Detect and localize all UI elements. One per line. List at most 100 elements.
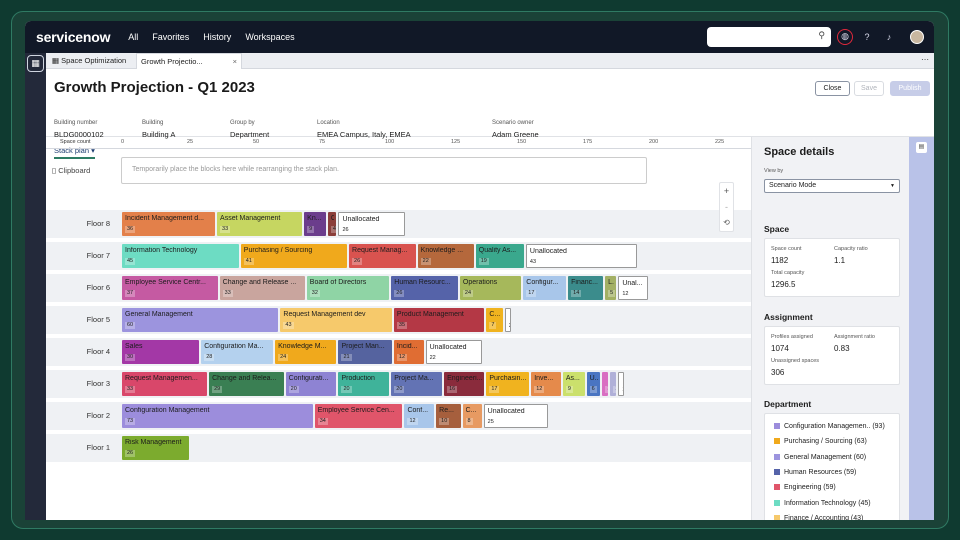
space-block[interactable]: Operations 24 bbox=[459, 276, 522, 300]
space-block[interactable]: Information Technology 45 bbox=[122, 244, 239, 268]
space-block[interactable]: Production 20 bbox=[338, 372, 390, 396]
block-name: Unallocated bbox=[529, 248, 567, 255]
space-block[interactable]: C... 8 bbox=[462, 404, 482, 428]
total-capacity-label: Total capacity bbox=[771, 270, 805, 276]
globe-icon[interactable]: ◍ bbox=[837, 29, 853, 45]
space-block[interactable]: Board of Directors 32 bbox=[306, 276, 390, 300]
more-icon[interactable]: ⋯ bbox=[921, 53, 929, 67]
space-block[interactable]: Asset Management 33 bbox=[217, 212, 303, 236]
space-block[interactable]: Project Ma... 20 bbox=[391, 372, 443, 396]
space-block[interactable]: AC2 bbox=[618, 372, 625, 396]
space-block[interactable]: Change and Relea... 29 bbox=[209, 372, 284, 396]
close-tab-icon[interactable]: × bbox=[233, 54, 237, 70]
block-name: Configuration Management bbox=[125, 407, 210, 414]
nav-all[interactable]: All bbox=[128, 32, 138, 42]
space-block[interactable]: Product Management 35 bbox=[393, 308, 485, 332]
view-by-select[interactable]: Scenario Mode ▼ bbox=[764, 179, 900, 193]
space-block[interactable]: Human Resourc... 26 bbox=[391, 276, 458, 300]
zoom-out-button[interactable]: - bbox=[720, 199, 733, 215]
publish-button[interactable]: Publish bbox=[890, 81, 930, 96]
color-swatch bbox=[774, 468, 780, 475]
space-block[interactable]: Unallocated 26 bbox=[338, 212, 406, 236]
tab-growth-projection[interactable]: Growth Projectio... × bbox=[136, 53, 242, 69]
save-button[interactable]: Save bbox=[854, 81, 884, 96]
space-block[interactable]: Configurati... 20 bbox=[285, 372, 337, 396]
space-block[interactable]: Financ... 14 bbox=[568, 276, 604, 300]
space-block[interactable]: Purchasin... 17 bbox=[486, 372, 530, 396]
nav-workspaces[interactable]: Workspaces bbox=[245, 32, 294, 42]
tab-space-optimization[interactable]: ▦ Space Optimization bbox=[48, 53, 132, 69]
zoom-reset-button[interactable]: ⟲ bbox=[720, 215, 733, 231]
space-block[interactable]: Knowledge M... 24 bbox=[275, 340, 337, 364]
department-heading: Department bbox=[764, 399, 812, 409]
space-block[interactable]: Project Man... 21 bbox=[338, 340, 392, 364]
close-button[interactable]: Close bbox=[815, 81, 850, 96]
space-block[interactable]: U...3 bbox=[504, 308, 511, 332]
space-block[interactable]: C... 7 bbox=[486, 308, 503, 332]
nav-favorites[interactable]: Favorites bbox=[152, 32, 189, 42]
space-block[interactable]: Unal... 12 bbox=[618, 276, 648, 300]
space-block[interactable]: Purchasing / Sourcing 41 bbox=[240, 244, 348, 268]
space-block[interactable]: L... 3 bbox=[602, 372, 609, 396]
details-icon[interactable]: ▤ bbox=[916, 142, 927, 153]
space-block[interactable]: General Management 60 bbox=[122, 308, 279, 332]
axis-tick: 225 bbox=[715, 139, 725, 145]
clipboard-drop-zone[interactable]: Temporarily place the blocks here while … bbox=[121, 157, 647, 184]
department-item[interactable]: Human Resources (59) bbox=[774, 468, 856, 476]
space-block[interactable]: Configuration Management 73 bbox=[122, 404, 313, 428]
workspace-icon[interactable]: ▦ bbox=[27, 55, 44, 72]
department-item[interactable]: Information Technology (45) bbox=[774, 499, 871, 507]
space-block[interactable]: Employee Service Cen... 34 bbox=[314, 404, 403, 428]
space-block[interactable]: Kn... 9 bbox=[304, 212, 326, 236]
space-block[interactable]: Sales 30 bbox=[122, 340, 200, 364]
space-block[interactable]: Configur... 17 bbox=[523, 276, 567, 300]
space-block[interactable]: Engineeri... 16 bbox=[444, 372, 485, 396]
department-label: Information Technology (45) bbox=[784, 499, 871, 507]
space-block[interactable]: Knowledge ... 22 bbox=[417, 244, 474, 268]
space-block[interactable]: Request Managemen... 33 bbox=[122, 372, 208, 396]
nav-history[interactable]: History bbox=[203, 32, 231, 42]
department-item[interactable]: Engineering (59) bbox=[774, 484, 836, 491]
block-name: Employee Service Centr... bbox=[125, 279, 206, 286]
space-block[interactable]: U... 6 bbox=[586, 372, 601, 396]
block-count: 3 bbox=[605, 386, 609, 393]
block-name: E... bbox=[613, 375, 614, 382]
zoom-in-button[interactable]: + bbox=[720, 183, 733, 199]
floor-label: Floor 2 bbox=[86, 411, 110, 420]
space-block[interactable]: Request Management dev 43 bbox=[280, 308, 392, 332]
space-block[interactable]: Conf... 12 bbox=[404, 404, 435, 428]
servicenow-logo[interactable]: servicenow bbox=[36, 29, 110, 45]
avatar[interactable] bbox=[910, 30, 924, 44]
space-block[interactable]: As... 9 bbox=[562, 372, 585, 396]
page-title: Growth Projection - Q1 2023 bbox=[54, 79, 255, 96]
space-block[interactable]: Employee Service Centr... 37 bbox=[122, 276, 218, 300]
clipboard-text: Clipboard bbox=[58, 166, 91, 175]
help-icon[interactable]: ? bbox=[859, 29, 875, 45]
space-block[interactable]: Risk Management 26 bbox=[122, 436, 189, 460]
department-item[interactable]: Purchasing / Sourcing (63) bbox=[774, 438, 867, 445]
space-block[interactable]: Unallocated 22 bbox=[425, 340, 482, 364]
global-search-input[interactable]: ⚲ bbox=[707, 27, 831, 47]
view-by-value: Scenario Mode bbox=[769, 182, 817, 189]
bell-icon[interactable]: ♪ bbox=[881, 29, 897, 45]
space-block[interactable]: Request Manag... 26 bbox=[349, 244, 416, 268]
department-item[interactable]: General Management (60) bbox=[774, 453, 866, 461]
space-block[interactable]: Inve... 12 bbox=[531, 372, 561, 396]
space-block[interactable]: Configuration Ma... 28 bbox=[201, 340, 274, 364]
department-item[interactable]: Configuration Managemen.. (93) bbox=[774, 423, 885, 430]
space-block[interactable]: Unallocated 43 bbox=[525, 244, 638, 268]
space-block[interactable]: Quality As... 19 bbox=[475, 244, 524, 268]
department-label: Configuration Managemen.. (93) bbox=[784, 423, 885, 430]
department-item[interactable]: Finance / Accounting (43) bbox=[774, 514, 863, 520]
space-block[interactable]: Change and Release ... 33 bbox=[219, 276, 305, 300]
space-block[interactable]: E... 2 bbox=[610, 372, 617, 396]
space-block[interactable]: C... 4 bbox=[327, 212, 337, 236]
space-block[interactable]: Incid... 12 bbox=[393, 340, 424, 364]
space-block[interactable]: Incident Management d... 36 bbox=[122, 212, 216, 236]
panel-title: Space details bbox=[764, 146, 835, 158]
tab-bar: ▦ Space Optimization Growth Projectio...… bbox=[46, 53, 934, 69]
space-block[interactable]: Re... 10 bbox=[436, 404, 461, 428]
space-block[interactable]: L... 5 bbox=[605, 276, 617, 300]
block-name: Operations bbox=[462, 279, 498, 286]
space-block[interactable]: Unallocated 25 bbox=[483, 404, 548, 428]
